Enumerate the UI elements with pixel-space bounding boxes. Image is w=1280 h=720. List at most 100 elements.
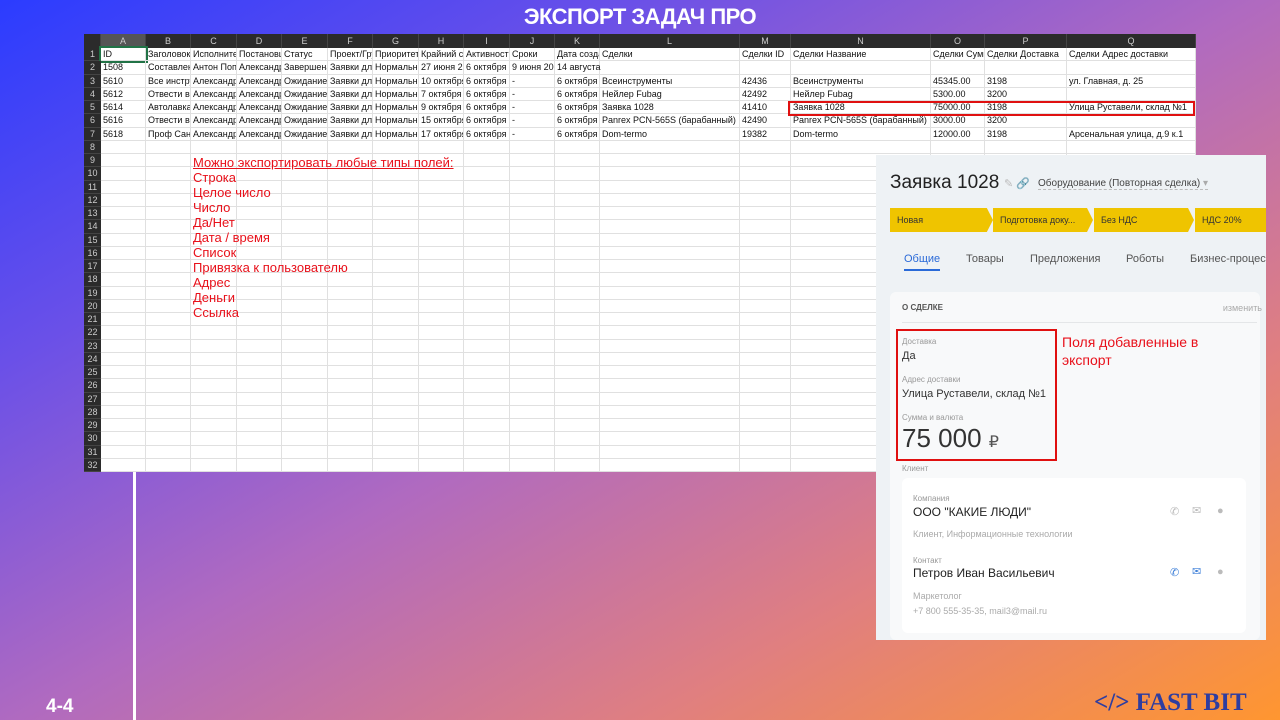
cell[interactable]: Заявки для <box>328 114 373 128</box>
row-header[interactable]: 3 <box>84 74 101 88</box>
stage-docs[interactable]: Подготовка доку... <box>993 208 1093 232</box>
cell[interactable] <box>282 432 328 446</box>
cell[interactable] <box>600 220 740 234</box>
cell[interactable] <box>191 419 237 433</box>
cell[interactable] <box>328 140 373 154</box>
cell[interactable] <box>328 366 373 380</box>
contact-name[interactable]: Петров Иван Васильевич <box>913 566 1055 580</box>
cell[interactable]: Заявки для <box>328 74 373 88</box>
stage-new[interactable]: Новая <box>890 208 993 232</box>
cell[interactable] <box>600 445 740 459</box>
link-icon[interactable]: 🔗 <box>1016 178 1030 190</box>
phone-icon[interactable]: ✆ <box>1170 566 1179 579</box>
cell[interactable] <box>101 405 146 419</box>
cell[interactable]: Александр <box>191 127 237 141</box>
cell[interactable]: 5618 <box>101 127 146 141</box>
cell[interactable]: 3000.00 <box>931 114 985 128</box>
column-header[interactable]: E <box>282 34 328 48</box>
cell[interactable] <box>1067 61 1196 75</box>
cell[interactable] <box>510 392 555 406</box>
mail-icon[interactable]: ✉ <box>1192 565 1201 578</box>
cell[interactable]: Приоритет <box>373 48 419 62</box>
cell[interactable] <box>510 246 555 260</box>
cell[interactable] <box>464 366 510 380</box>
cell[interactable] <box>464 445 510 459</box>
cell[interactable] <box>237 379 282 393</box>
row-header[interactable]: 13 <box>84 207 101 221</box>
cell[interactable] <box>146 246 191 260</box>
stage-vat20[interactable]: НДС 20% <box>1195 208 1266 232</box>
cell[interactable] <box>282 379 328 393</box>
column-header[interactable]: J <box>510 34 555 48</box>
column-header[interactable]: A <box>101 34 146 48</box>
cell[interactable] <box>373 366 419 380</box>
cell[interactable] <box>510 167 555 181</box>
cell[interactable] <box>464 419 510 433</box>
cell[interactable]: 6 октября <box>464 127 510 141</box>
cell[interactable] <box>373 405 419 419</box>
cell[interactable] <box>373 352 419 366</box>
cell[interactable]: 14 августа <box>555 61 601 75</box>
cell[interactable] <box>101 445 146 459</box>
cell[interactable] <box>101 260 146 274</box>
cell[interactable] <box>791 140 931 154</box>
cell[interactable]: 27 июня 2 <box>419 61 464 75</box>
cell[interactable]: Александр <box>191 101 237 115</box>
cell[interactable]: Ожидание <box>282 87 328 101</box>
cell[interactable] <box>191 140 237 154</box>
cell[interactable] <box>146 326 191 340</box>
cell[interactable] <box>464 405 510 419</box>
cell[interactable]: Сделки Название <box>791 48 931 62</box>
cell[interactable] <box>328 392 373 406</box>
cell[interactable] <box>101 392 146 406</box>
company-name[interactable]: ООО "КАКИЕ ЛЮДИ" <box>913 505 1031 519</box>
cell[interactable] <box>555 154 600 168</box>
cell[interactable] <box>101 154 146 168</box>
tab-products[interactable]: Товары <box>966 253 1004 265</box>
row-header[interactable]: 7 <box>84 127 101 141</box>
cell[interactable] <box>510 154 555 168</box>
cell[interactable] <box>985 61 1067 75</box>
cell[interactable] <box>555 246 600 260</box>
cell[interactable] <box>510 419 555 433</box>
category-select[interactable]: Оборудование (Повторная сделка) ▾ <box>1038 178 1209 190</box>
cell[interactable]: 6 октября <box>464 61 510 75</box>
column-header[interactable]: B <box>146 34 191 48</box>
cell[interactable] <box>600 379 740 393</box>
cell[interactable]: 6 октября <box>555 127 600 141</box>
cell[interactable] <box>101 313 146 327</box>
cell[interactable] <box>191 392 237 406</box>
cell[interactable] <box>282 352 328 366</box>
cell[interactable] <box>282 419 328 433</box>
cell[interactable]: 3200 <box>985 87 1067 101</box>
cell[interactable] <box>464 167 510 181</box>
cell[interactable] <box>237 326 282 340</box>
cell[interactable]: Дата создания <box>555 48 600 62</box>
cell[interactable] <box>464 193 510 207</box>
cell[interactable] <box>464 273 510 287</box>
cell[interactable] <box>373 392 419 406</box>
cell[interactable] <box>101 458 146 472</box>
cell[interactable] <box>237 339 282 353</box>
column-header[interactable]: D <box>237 34 282 48</box>
cell[interactable] <box>510 352 555 366</box>
cell[interactable]: Заявки для <box>328 61 373 75</box>
cell[interactable] <box>464 339 510 353</box>
cell[interactable]: 3200 <box>985 114 1067 128</box>
cell[interactable]: Александр <box>237 127 282 141</box>
cell[interactable]: Ожидание <box>282 101 328 115</box>
cell[interactable] <box>740 193 791 207</box>
cell[interactable]: 9 июня 20 <box>510 61 555 75</box>
cell[interactable]: Сроки <box>510 48 555 62</box>
cell[interactable] <box>373 326 419 340</box>
cell[interactable]: ул. Главная, д. 25 <box>1067 74 1196 88</box>
tab-robots[interactable]: Роботы <box>1126 253 1164 265</box>
cell[interactable] <box>328 458 373 472</box>
column-header[interactable]: I <box>464 34 510 48</box>
cell[interactable] <box>510 273 555 287</box>
cell[interactable] <box>555 432 600 446</box>
cell[interactable]: 6 октября <box>464 101 510 115</box>
cell[interactable] <box>600 180 740 194</box>
cell[interactable] <box>464 379 510 393</box>
cell[interactable] <box>931 140 985 154</box>
